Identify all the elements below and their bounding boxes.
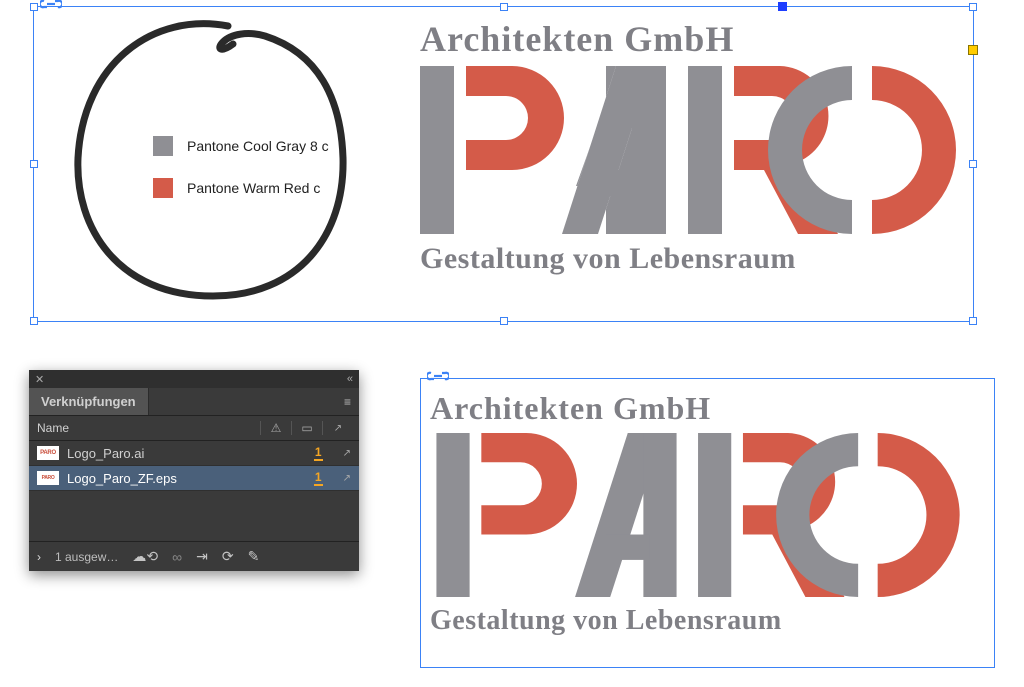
logo-top: Architekten GmbH	[420, 18, 980, 276]
legend-row-gray: Pantone Cool Gray 8 c	[153, 136, 329, 156]
link-thumb: PARO	[37, 471, 59, 485]
panel-columns-header: Name ⚠ ▭ ↗	[29, 416, 359, 441]
legend-label-gray: Pantone Cool Gray 8 c	[187, 138, 329, 154]
expand-icon[interactable]: ›	[37, 550, 41, 564]
relink-icon[interactable]: ∞	[172, 549, 182, 565]
panel-menu-icon[interactable]: ≡	[336, 391, 359, 413]
link-icon	[427, 369, 449, 381]
legend-label-red: Pantone Warm Red c	[187, 180, 320, 196]
goto-link-icon[interactable]: ↗	[343, 473, 351, 484]
tab-links[interactable]: Verknüpfungen	[29, 388, 149, 415]
color-legend: Pantone Cool Gray 8 c Pantone Warm Red c	[153, 136, 329, 220]
relink-cc-icon[interactable]: ☁⟲	[132, 548, 158, 565]
link-count: 1	[314, 470, 323, 486]
edit-original-icon[interactable]: ✎	[248, 548, 260, 565]
collapse-icon[interactable]: «	[347, 373, 353, 385]
close-icon[interactable]: ✕	[35, 373, 44, 386]
logo-line2-top: Gestaltung von Lebensraum	[420, 242, 980, 276]
panel-empty-area	[29, 491, 359, 541]
logo-bottom: Architekten GmbH Gestaltung von Lebensra…	[430, 390, 985, 637]
logo-line1-bottom: Architekten GmbH	[430, 390, 985, 427]
goto-link-icon[interactable]: ↗	[343, 448, 351, 459]
link-name: Logo_Paro.ai	[67, 446, 306, 461]
update-link-icon[interactable]: ⟳	[222, 548, 234, 565]
link-row-ai[interactable]: PARO Logo_Paro.ai 1 ↗	[29, 441, 359, 466]
column-alert-icon[interactable]: ⚠	[263, 421, 289, 435]
selection-status: 1 ausgew…	[55, 550, 118, 564]
column-goto-icon[interactable]: ↗	[325, 423, 351, 434]
swatch-gray	[153, 136, 173, 156]
column-page-icon[interactable]: ▭	[294, 421, 320, 435]
links-panel: ✕ « Verknüpfungen ≡ Name ⚠ ▭ ↗ PARO Logo…	[29, 370, 359, 571]
column-name[interactable]: Name	[37, 421, 258, 435]
panel-footer: › 1 ausgew… ☁⟲ ∞ ⇥ ⟳ ✎	[29, 541, 359, 571]
paro-wordmark-top	[420, 66, 980, 234]
link-thumb: PARO	[37, 446, 59, 460]
panel-tabrow: Verknüpfungen ≡	[29, 388, 359, 416]
logo-line2-bottom: Gestaltung von Lebensraum	[430, 605, 985, 637]
link-name: Logo_Paro_ZF.eps	[67, 471, 306, 486]
logo-line1-top: Architekten GmbH	[420, 18, 980, 60]
swatch-red	[153, 178, 173, 198]
link-count: 1	[314, 445, 323, 461]
panel-titlebar[interactable]: ✕ «	[29, 370, 359, 388]
goto-link-footer-icon[interactable]: ⇥	[196, 548, 208, 565]
link-row-eps[interactable]: PARO Logo_Paro_ZF.eps 1 ↗	[29, 466, 359, 491]
paro-wordmark-bottom	[430, 433, 985, 597]
legend-row-red: Pantone Warm Red c	[153, 178, 329, 198]
